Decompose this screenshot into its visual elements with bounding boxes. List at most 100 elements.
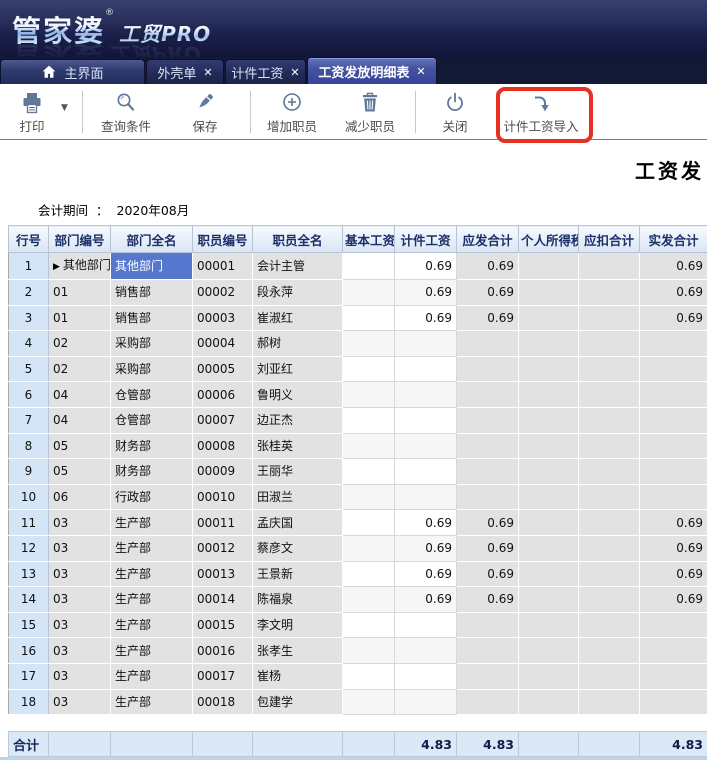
cell[interactable]: 03: [49, 689, 111, 715]
cell[interactable]: [579, 535, 640, 561]
cell[interactable]: 01: [49, 280, 111, 306]
row-number-cell[interactable]: 6: [9, 382, 49, 408]
cell[interactable]: 00018: [193, 689, 253, 715]
cell[interactable]: 0.69: [395, 587, 457, 613]
cell[interactable]: [343, 331, 395, 357]
cell[interactable]: 边正杰: [253, 407, 343, 433]
tab-salary-detail-report[interactable]: 工资发放明细表 ✕: [307, 57, 437, 84]
cell[interactable]: 采购部: [111, 331, 193, 357]
cell[interactable]: [395, 331, 457, 357]
cell[interactable]: 生产部: [111, 612, 193, 638]
cell[interactable]: 00003: [193, 305, 253, 331]
cell[interactable]: [579, 510, 640, 536]
cell[interactable]: [640, 484, 707, 510]
tab-main-screen[interactable]: 主界面: [0, 59, 145, 84]
cell[interactable]: 05: [49, 433, 111, 459]
cell[interactable]: [343, 561, 395, 587]
cell[interactable]: [395, 433, 457, 459]
cell[interactable]: [343, 305, 395, 331]
cell[interactable]: [395, 382, 457, 408]
cell[interactable]: 会计主管: [253, 253, 343, 280]
cell[interactable]: [343, 638, 395, 664]
query-conditions-button[interactable]: 查询条件: [95, 90, 157, 135]
cell[interactable]: 00007: [193, 407, 253, 433]
cell[interactable]: [457, 459, 519, 485]
cell[interactable]: 0.69: [457, 510, 519, 536]
close-button[interactable]: 关闭: [431, 90, 479, 135]
cell[interactable]: 04: [49, 407, 111, 433]
cell[interactable]: 0.69: [640, 305, 707, 331]
cell[interactable]: 张桂英: [253, 433, 343, 459]
cell[interactable]: [640, 382, 707, 408]
row-number-cell[interactable]: 7: [9, 407, 49, 433]
cell[interactable]: 陈福泉: [253, 587, 343, 613]
cell[interactable]: [395, 663, 457, 689]
cell[interactable]: [343, 356, 395, 382]
row-number-cell[interactable]: 16: [9, 638, 49, 664]
cell[interactable]: 段永萍: [253, 280, 343, 306]
cell[interactable]: [640, 612, 707, 638]
cell[interactable]: 生产部: [111, 663, 193, 689]
cell[interactable]: 00017: [193, 663, 253, 689]
cell[interactable]: 03: [49, 587, 111, 613]
cell[interactable]: 采购部: [111, 356, 193, 382]
cell[interactable]: 生产部: [111, 638, 193, 664]
cell[interactable]: [640, 689, 707, 715]
cell[interactable]: [343, 510, 395, 536]
cell[interactable]: 00016: [193, 638, 253, 664]
cell[interactable]: [519, 331, 579, 357]
cell[interactable]: 李文明: [253, 612, 343, 638]
cell[interactable]: 崔淑红: [253, 305, 343, 331]
cell[interactable]: [579, 305, 640, 331]
cell[interactable]: [579, 356, 640, 382]
cell[interactable]: 0.69: [395, 280, 457, 306]
cell[interactable]: 00001: [193, 253, 253, 280]
cell[interactable]: [343, 459, 395, 485]
cell[interactable]: 03: [49, 612, 111, 638]
cell[interactable]: [640, 459, 707, 485]
close-icon[interactable]: ✕: [203, 67, 212, 78]
remove-employee-button[interactable]: 减少职员: [340, 90, 400, 135]
cell[interactable]: 0.69: [640, 510, 707, 536]
cell[interactable]: 孟庆国: [253, 510, 343, 536]
cell[interactable]: 00008: [193, 433, 253, 459]
cell[interactable]: [519, 638, 579, 664]
cell[interactable]: 00013: [193, 561, 253, 587]
cell[interactable]: [640, 331, 707, 357]
cell[interactable]: 00009: [193, 459, 253, 485]
cell[interactable]: 03: [49, 510, 111, 536]
cell[interactable]: [457, 407, 519, 433]
cell[interactable]: 00011: [193, 510, 253, 536]
cell[interactable]: 0.69: [395, 510, 457, 536]
cell[interactable]: 王景新: [253, 561, 343, 587]
cell[interactable]: 02: [49, 331, 111, 357]
cell[interactable]: 田淑兰: [253, 484, 343, 510]
cell[interactable]: [579, 663, 640, 689]
cell[interactable]: 生产部: [111, 561, 193, 587]
cell[interactable]: [640, 638, 707, 664]
cell[interactable]: 生产部: [111, 535, 193, 561]
tab-waike-dan[interactable]: 外壳单 ✕: [146, 59, 224, 84]
cell[interactable]: ▶其他部门: [49, 253, 111, 280]
cell[interactable]: [395, 356, 457, 382]
close-icon[interactable]: ✕: [416, 66, 425, 77]
cell[interactable]: 崔杨: [253, 663, 343, 689]
cell[interactable]: [343, 663, 395, 689]
cell[interactable]: 郝树: [253, 331, 343, 357]
cell[interactable]: [519, 356, 579, 382]
cell[interactable]: [579, 280, 640, 306]
cell[interactable]: [640, 407, 707, 433]
cell[interactable]: [343, 587, 395, 613]
cell[interactable]: [640, 663, 707, 689]
cell[interactable]: [579, 433, 640, 459]
cell[interactable]: [519, 612, 579, 638]
cell[interactable]: [457, 663, 519, 689]
row-number-cell[interactable]: 4: [9, 331, 49, 357]
cell[interactable]: [519, 587, 579, 613]
cell[interactable]: [519, 484, 579, 510]
cell[interactable]: [457, 638, 519, 664]
cell[interactable]: [579, 587, 640, 613]
cell[interactable]: [519, 407, 579, 433]
row-number-cell[interactable]: 1: [9, 253, 49, 280]
cell[interactable]: [579, 561, 640, 587]
